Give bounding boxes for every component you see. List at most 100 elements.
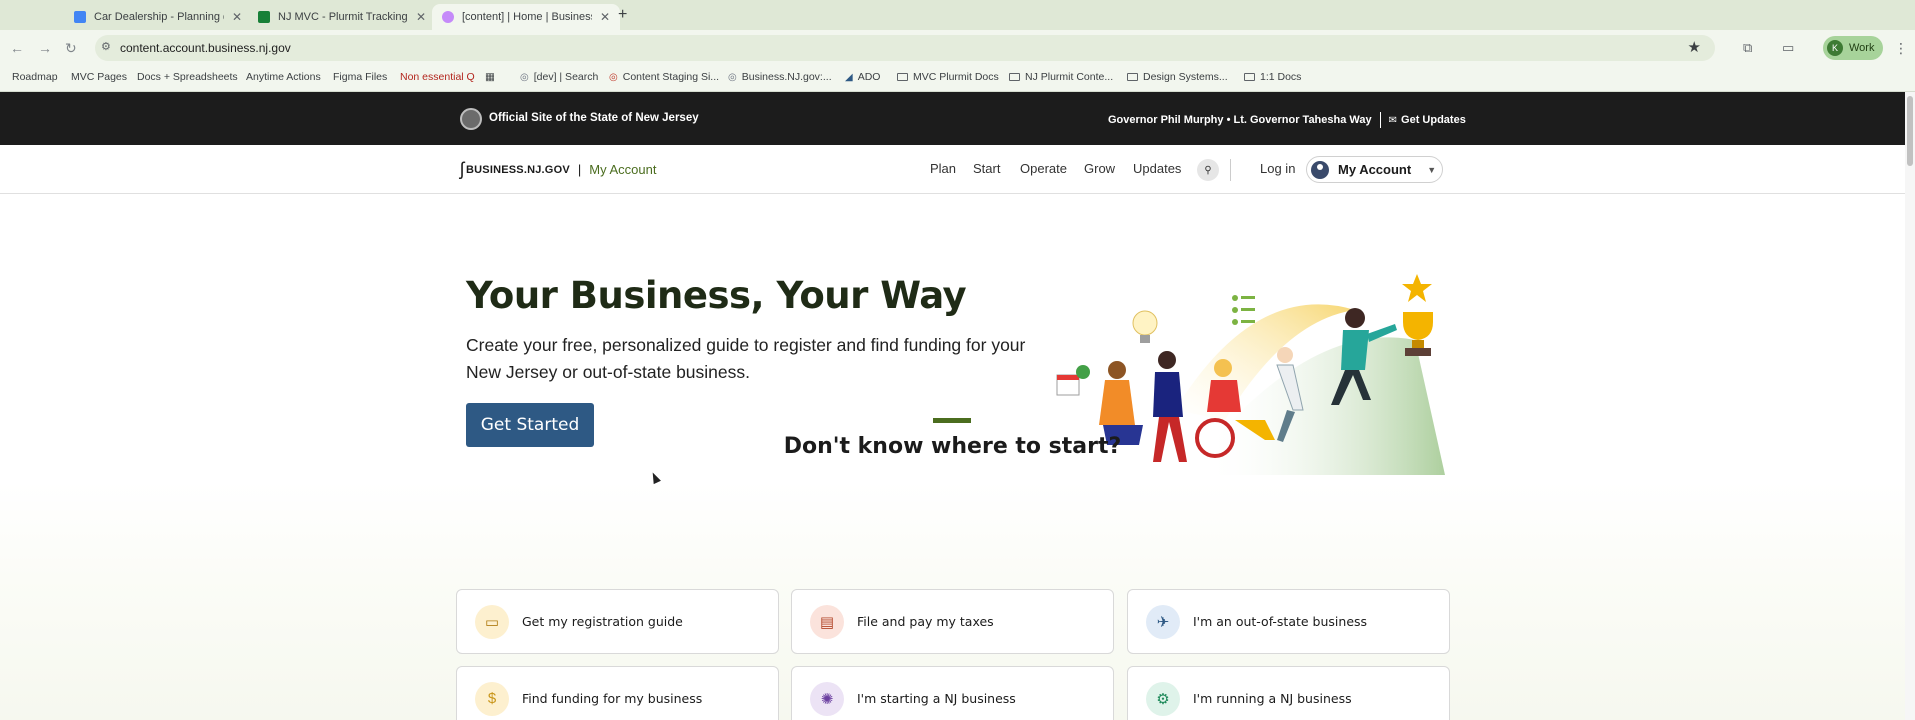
hero-title: Your Business, Your Way [466, 274, 967, 317]
my-account-label: My Account [1338, 162, 1412, 177]
scrollbar-thumb[interactable] [1907, 96, 1913, 166]
divider [1379, 112, 1381, 128]
official-site-banner: Official Site of the State of New Jersey… [0, 92, 1905, 145]
new-tab-button[interactable]: + [618, 6, 627, 24]
folder-icon [1127, 73, 1138, 81]
site-header: ʃ BUSINESS.NJ.GOV | My Account Plan Star… [0, 145, 1905, 194]
site-icon: ◎ [609, 71, 618, 83]
bookmark-figma-files[interactable]: Figma Files [333, 71, 387, 83]
tab-title: [content] | Home | Business.N [462, 11, 592, 23]
governor-info: Governor Phil Murphy • Lt. Governor Tahe… [1108, 112, 1466, 128]
card-label: Find funding for my business [522, 691, 703, 706]
bookmark-roadmap[interactable]: Roadmap [12, 71, 58, 83]
browser-menu-icon[interactable]: ⋮ [1894, 40, 1908, 57]
browser-tab-2[interactable]: NJ MVC - Plurmit Tracking - ✕ [248, 4, 436, 30]
chevron-down-icon: ▼ [1427, 164, 1437, 175]
airplane-icon: ✈ [1146, 604, 1180, 639]
folder-icon [897, 73, 908, 81]
card-label: I'm running a NJ business [1193, 691, 1352, 706]
extensions-icon[interactable]: ⧉ [1743, 40, 1752, 56]
header-divider [1230, 159, 1231, 181]
lightbulb-icon: ✺ [810, 681, 844, 716]
sheets-favicon-icon [258, 11, 270, 23]
web-page: Official Site of the State of New Jersey… [0, 92, 1905, 720]
site-logo[interactable]: ʃ BUSINESS.NJ.GOV | My Account [460, 159, 656, 180]
nav-updates[interactable]: Updates [1133, 161, 1181, 176]
url-text[interactable]: content.account.business.nj.gov [120, 41, 291, 55]
nj-outline-logo-icon: ʃ [460, 159, 464, 179]
folder-icon [1009, 73, 1020, 81]
apps-grid-icon[interactable]: ▦ [485, 71, 495, 83]
avatar: K [1827, 40, 1843, 56]
bookmark-mvc-plurmit-docs[interactable]: MVC Plurmit Docs [897, 71, 999, 83]
back-arrow-icon[interactable]: ← [10, 40, 24, 56]
card-out-of-state[interactable]: ✈ I'm an out-of-state business [1127, 589, 1450, 654]
bookmark-nj-plurmit-content[interactable]: NJ Plurmit Conte... [1009, 71, 1113, 83]
nav-plan[interactable]: Plan [930, 161, 956, 176]
nav-grow[interactable]: Grow [1084, 161, 1115, 176]
bookmark-design-systems[interactable]: Design Systems... [1127, 71, 1228, 83]
close-tab-icon[interactable]: ✕ [232, 10, 242, 24]
bookmark-docs-spreadsheets[interactable]: Docs + Spreadsheets [137, 71, 238, 83]
nj-state-seal-icon [460, 108, 482, 130]
official-site-text: Official Site of the State of New Jersey [489, 112, 699, 124]
docs-favicon-icon [74, 11, 86, 23]
bookmark-business-nj[interactable]: ◎ Business.NJ.gov:... [728, 71, 832, 83]
ado-icon: ◢ [845, 71, 853, 83]
browser-toolbar: ← → ↻ ⚙ content.account.business.nj.gov … [0, 30, 1915, 66]
card-label: File and pay my taxes [857, 614, 994, 629]
nav-start[interactable]: Start [973, 161, 1000, 176]
address-bar[interactable]: ⚙ content.account.business.nj.gov ★ [95, 35, 1715, 61]
card-running-business[interactable]: ⚙ I'm running a NJ business [1127, 666, 1450, 720]
site-favicon-icon [442, 11, 454, 23]
bookmark-dev-search[interactable]: ◎ [dev] | Search [520, 71, 598, 83]
side-panel-icon[interactable]: ▭ [1782, 40, 1794, 56]
receipt-icon: ▤ [810, 604, 844, 639]
bookmark-anytime-actions[interactable]: Anytime Actions [246, 71, 321, 83]
bookmarks-bar: Roadmap MVC Pages Docs + Spreadsheets An… [0, 66, 1915, 92]
folder-icon [1244, 73, 1255, 81]
bookmark-ado[interactable]: ◢ ADO [845, 71, 880, 83]
card-file-taxes[interactable]: ▤ File and pay my taxes [791, 589, 1114, 654]
card-find-funding[interactable]: $ Find funding for my business [456, 666, 779, 720]
briefcase-icon: ▭ [475, 604, 509, 639]
brand-divider: | [577, 162, 582, 177]
browser-tab-1[interactable]: Car Dealership - Planning doc ✕ [64, 4, 252, 30]
get-updates-link[interactable]: Get Updates [1401, 114, 1466, 126]
card-label: I'm an out-of-state business [1193, 614, 1368, 629]
close-tab-icon[interactable]: ✕ [416, 10, 426, 24]
section-title: Don't know where to start? [783, 434, 1122, 459]
browser-tab-3-active[interactable]: [content] | Home | Business.N ✕ [432, 4, 621, 30]
site-icon: ◎ [520, 71, 529, 83]
bookmark-mvc-pages[interactable]: MVC Pages [71, 71, 127, 83]
site-info-icon[interactable]: ⚙ [101, 40, 111, 53]
tab-title: Car Dealership - Planning doc [94, 11, 224, 23]
bookmark-content-staging[interactable]: ◎ Content Staging Si... [609, 71, 719, 83]
card-registration-guide[interactable]: ▭ Get my registration guide [456, 589, 779, 654]
nav-operate[interactable]: Operate [1020, 161, 1067, 176]
profile-label: Work [1849, 42, 1875, 54]
site-icon: ◎ [728, 71, 737, 83]
hero-subtitle: Create your free, personalized guide to … [466, 335, 1026, 382]
bookmark-one-on-one-docs[interactable]: 1:1 Docs [1244, 71, 1301, 83]
card-label: Get my registration guide [522, 614, 683, 629]
gear-icon: ⚙ [1146, 681, 1180, 716]
page-scrollbar[interactable] [1905, 92, 1915, 720]
profile-button[interactable]: K Work [1823, 36, 1883, 60]
governor-text: Governor Phil Murphy • Lt. Governor Tahe… [1108, 114, 1372, 126]
card-label: I'm starting a NJ business [857, 691, 1016, 706]
tab-title: NJ MVC - Plurmit Tracking - [278, 11, 408, 23]
dollar-icon: $ [475, 681, 509, 716]
close-tab-icon[interactable]: ✕ [600, 10, 610, 24]
bookmark-non-essential[interactable]: Non essential Q [400, 71, 475, 83]
my-account-dropdown[interactable]: My Account ▼ [1306, 156, 1443, 183]
forward-arrow-icon[interactable]: → [38, 40, 52, 56]
login-link[interactable]: Log in [1260, 161, 1295, 176]
brand-sub: My Account [589, 162, 657, 177]
reload-icon[interactable]: ↻ [65, 40, 77, 57]
card-starting-business[interactable]: ✺ I'm starting a NJ business [791, 666, 1114, 720]
bookmark-star-icon[interactable]: ★ [1688, 38, 1701, 56]
envelope-icon: ✉ [1388, 114, 1398, 126]
user-avatar-icon [1311, 160, 1329, 179]
search-icon[interactable]: ⚲ [1197, 159, 1219, 181]
